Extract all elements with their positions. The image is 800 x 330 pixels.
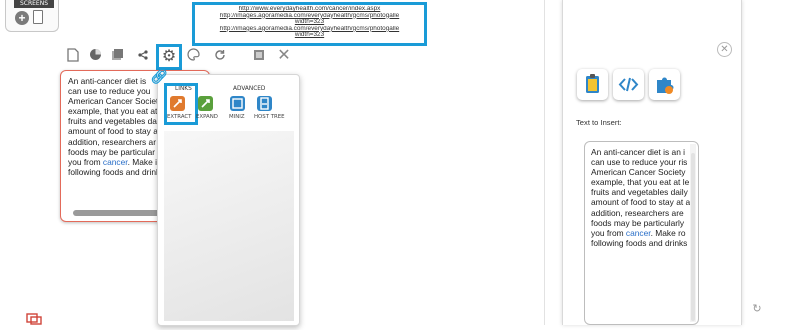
window-icon[interactable] [250,48,268,66]
text-to-insert-label: Text to Insert: [576,118,622,127]
divider [544,0,545,325]
document-icon[interactable] [64,48,82,66]
expand-label: EXPAND [196,114,218,120]
host-tree-label: HOST TREE [254,114,285,120]
url-line[interactable]: http://www.everydayhealth.com/cancer/ind… [195,6,424,13]
add-screen-icon[interactable]: + [15,11,29,25]
url-list: http://www.everydayhealth.com/cancer/ind… [192,2,427,46]
cancer-link[interactable]: cancer [626,228,651,238]
clipboard-button[interactable] [577,69,608,100]
text-to-insert-field[interactable]: An anti-cancer diet is an i can use to r… [584,141,699,325]
vertical-scrollbar[interactable] [690,144,696,322]
miniz-button[interactable] [230,96,245,111]
refresh-icon[interactable] [211,48,229,66]
host-tree-button[interactable] [257,96,272,111]
expand-icon [201,99,210,108]
share-icon[interactable] [134,48,152,66]
panel-shade [164,131,294,321]
card-toolbar: ⚙ [60,44,298,70]
url-line[interactable]: http://images.agoramedia.com/everydayhea… [195,26,424,33]
clipboard-icon [586,74,599,93]
url-line[interactable]: width=323 [195,32,424,39]
plugin-button[interactable] [649,69,680,100]
expand-button[interactable] [198,96,213,111]
puzzle-icon [657,77,674,94]
palette-icon[interactable] [184,48,202,66]
miniz-icon [232,98,243,109]
code-icon [618,77,639,92]
close-panel-icon[interactable]: ✕ [717,42,732,57]
extract-icon [173,99,182,108]
pie-chart-icon[interactable] [86,48,104,66]
scrollbar-thumb[interactable] [691,153,695,321]
refresh-icon[interactable]: ↻ [750,302,764,316]
cancer-link[interactable]: cancer [103,157,128,167]
page-icon[interactable] [33,10,43,24]
gear-icon: ⚙ [161,48,177,65]
advanced-section-label: ADVANCED [233,86,266,92]
url-line[interactable]: http://images.agoramedia.com/everydayhea… [195,13,424,20]
stack-icon[interactable] [108,48,126,66]
extract-button[interactable] [170,96,185,111]
host-tree-icon [260,97,269,110]
settings-gear-button[interactable]: ⚙ [156,44,182,70]
insert-text: An anti-cancer diet is an i can use to r… [591,147,691,248]
code-button[interactable] [613,69,644,100]
miniz-label: MINIZ [229,114,245,120]
extract-label: EXTRACT [167,114,192,120]
url-line[interactable]: width=323 [195,19,424,26]
screens-label: SCREENS [14,0,54,8]
close-icon[interactable]: ✕ [276,48,292,64]
link-icon[interactable]: 🔗︎ [150,68,168,84]
screens-widget: SCREENS + [5,0,59,32]
layers-icon[interactable] [26,312,44,325]
